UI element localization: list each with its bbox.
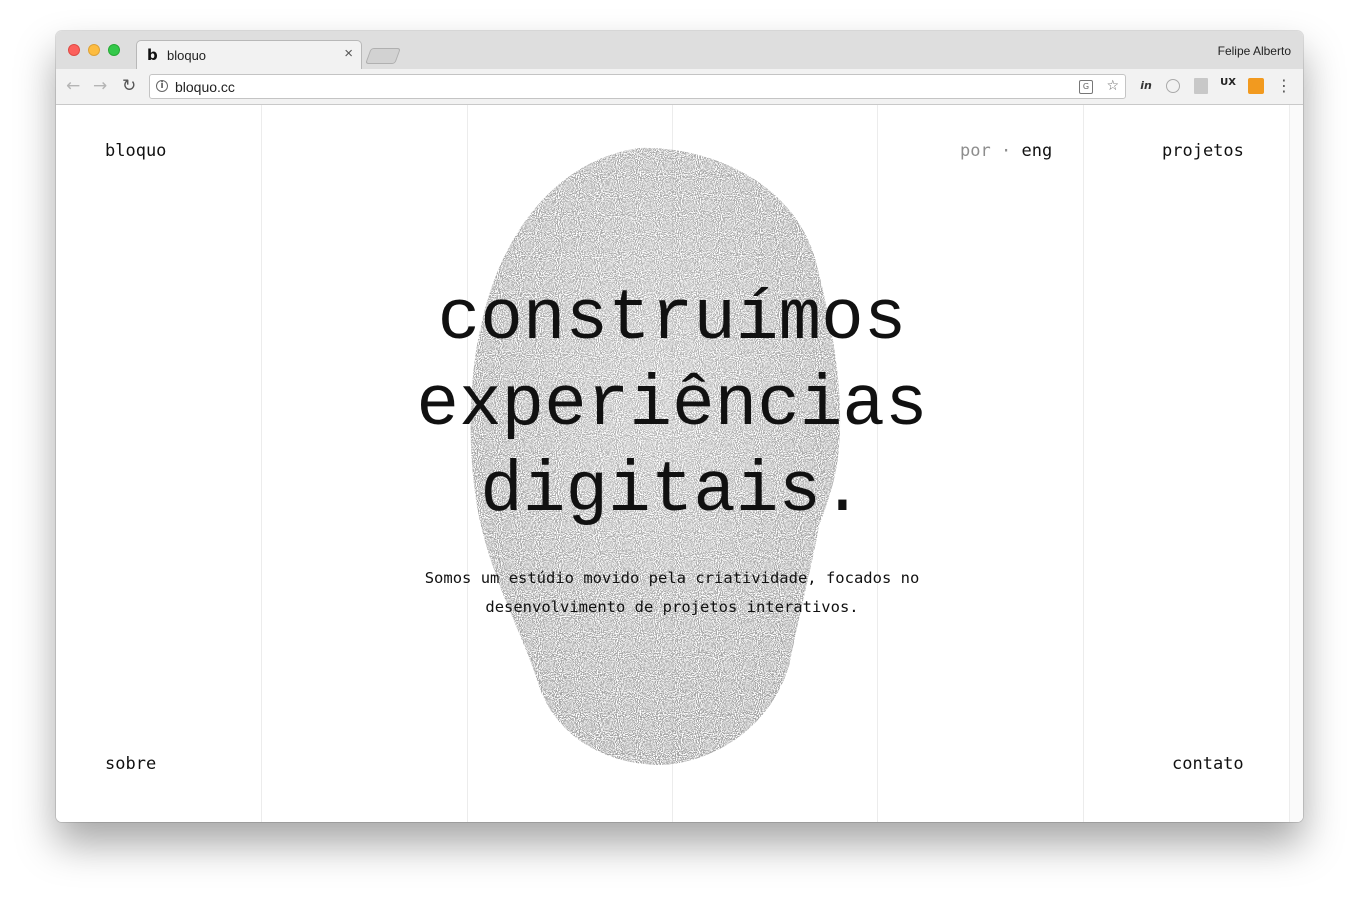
back-arrow-icon[interactable]: ← — [66, 77, 80, 95]
browser-toolbar: ← → ↻ i bloquo.cc G ☆ in UX ⋮ — [56, 69, 1303, 105]
site-info-icon[interactable]: i — [156, 80, 168, 92]
headline-line: digitais. — [480, 452, 864, 532]
new-tab-button[interactable] — [365, 48, 401, 64]
hero-headline: construímos experiências digitais. — [326, 277, 1018, 535]
site-logo[interactable]: bloquo — [105, 141, 166, 161]
tab-title: bloquo — [167, 48, 207, 63]
grid-line — [1083, 105, 1084, 822]
nav-contact-link[interactable]: contato — [1172, 754, 1244, 774]
language-eng-link[interactable]: eng — [1021, 141, 1052, 161]
grid-line — [261, 105, 262, 822]
language-por-link[interactable]: por — [960, 141, 991, 161]
reload-icon[interactable]: ↻ — [122, 77, 136, 95]
translate-icon[interactable]: G — [1079, 80, 1093, 94]
analytics-extension-icon[interactable] — [1247, 77, 1265, 95]
ux-extension-icon[interactable]: UX — [1219, 77, 1237, 95]
browser-window: b bloquo × Felipe Alberto ← → ↻ i bloquo… — [56, 31, 1303, 822]
scrollbar[interactable] — [1289, 105, 1303, 822]
forward-arrow-icon[interactable]: → — [93, 77, 107, 95]
address-bar[interactable]: i bloquo.cc G ☆ — [149, 74, 1126, 99]
hero-subtitle: Somos um estúdio movido pela criatividad… — [356, 564, 988, 622]
web-page: bloquo por · eng projetos sobre contato … — [56, 105, 1303, 822]
tab-close-icon[interactable]: × — [344, 45, 353, 62]
language-separator: · — [1000, 141, 1012, 161]
close-window-button[interactable] — [68, 44, 80, 56]
profile-name[interactable]: Felipe Alberto — [1218, 44, 1291, 58]
invision-extension-icon[interactable]: in — [1137, 77, 1155, 95]
document-extension-icon[interactable] — [1192, 77, 1210, 95]
title-bar: b bloquo × Felipe Alberto — [56, 31, 1303, 69]
maximize-window-button[interactable] — [108, 44, 120, 56]
browser-tab[interactable]: b bloquo × — [136, 40, 362, 69]
subtitle-line: Somos um estúdio movido pela criatividad… — [424, 569, 920, 587]
headline-line: construímos — [437, 280, 907, 360]
headline-line: experiências — [416, 366, 928, 446]
url-text[interactable]: bloquo.cc — [175, 79, 235, 95]
bookmark-star-icon[interactable]: ☆ — [1106, 78, 1119, 94]
subtitle-line: desenvolvimento de projetos interativos. — [485, 598, 859, 616]
bloquo-favicon-icon: b — [147, 46, 158, 64]
browser-menu-icon[interactable]: ⋮ — [1275, 77, 1293, 95]
language-switcher: por · eng — [960, 141, 1052, 161]
minimize-window-button[interactable] — [88, 44, 100, 56]
nav-projects-link[interactable]: projetos — [1162, 141, 1244, 161]
nav-about-link[interactable]: sobre — [105, 754, 156, 774]
circle-extension-icon[interactable] — [1164, 77, 1182, 95]
